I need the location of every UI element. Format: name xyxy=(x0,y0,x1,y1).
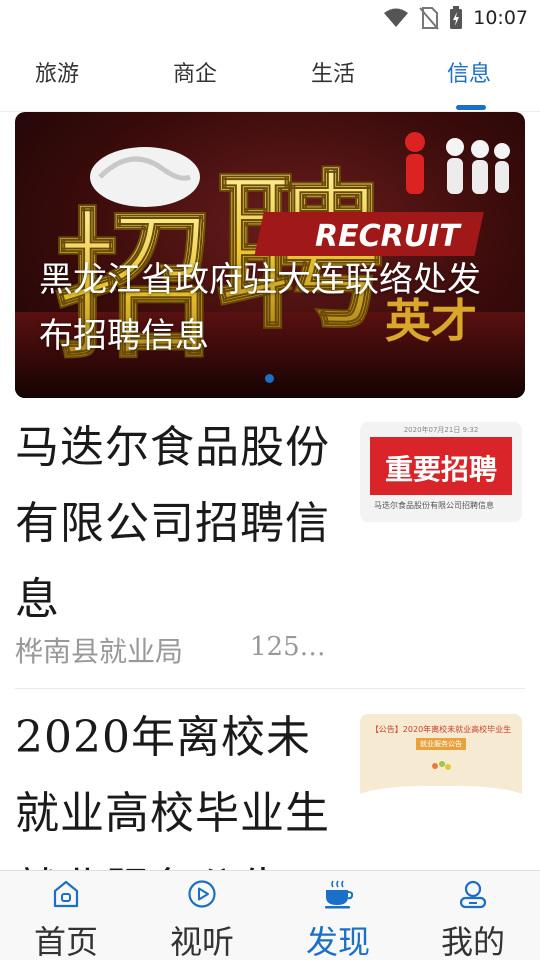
thumb-subtitle: 就业服务公告 xyxy=(416,738,466,750)
banner-carousel[interactable]: 招 聘 RECRUIT 英才 黑龙江省政府驻大连联络处发布招聘信息 xyxy=(15,112,525,398)
tab-active-indicator xyxy=(456,105,486,110)
thumb-header: 【公告】2020年离校未就业高校毕业生 xyxy=(370,725,512,734)
article-item-madieer[interactable]: 马迭尔食品股份有限公司招聘信息 桦南县就业局 125… 2020年07月21日 … xyxy=(15,410,525,680)
wifi-icon xyxy=(384,8,409,27)
thumb-subtitle: 马迭尔食品股份有限公司招聘信息 xyxy=(374,501,494,510)
battery-charging-icon xyxy=(450,6,463,29)
coffee-cup-icon xyxy=(325,880,353,909)
status-bar: 10:07 xyxy=(0,0,540,36)
nav-label: 视听 xyxy=(169,923,234,960)
nav-label: 我的 xyxy=(440,923,505,960)
nav-media[interactable]: 视听 xyxy=(147,871,257,960)
svg-text:RECRUIT: RECRUIT xyxy=(315,219,462,254)
article-title[interactable]: 2020年离校未就业高校毕业生就业服务公告 xyxy=(15,700,335,870)
banner-caption[interactable]: 黑龙江省政府驻大连联络处发布招聘信息 xyxy=(39,252,499,364)
nav-discover[interactable]: 发现 xyxy=(283,871,393,960)
nav-home[interactable]: 首页 xyxy=(11,871,121,960)
nav-label: 首页 xyxy=(33,923,98,960)
thumb-headline: 重要招聘 xyxy=(384,453,497,486)
tab-business[interactable]: 商企 xyxy=(173,56,217,88)
carousel-indicator-dot xyxy=(265,374,274,383)
article-view-count: 125… xyxy=(250,632,326,662)
article-item-graduates[interactable]: 2020年离校未就业高校毕业生就业服务公告 【公告】2020年离校未就业高校毕业… xyxy=(15,700,525,870)
article-source: 桦南县就业局 xyxy=(15,635,184,668)
no-sim-icon xyxy=(419,7,439,30)
thumb-date: 2020年07月21日 9:32 xyxy=(403,426,479,434)
article-thumbnail[interactable]: 2020年07月21日 9:32 重要招聘 马迭尔食品股份有限公司招聘信息 xyxy=(360,422,522,522)
article-divider xyxy=(15,688,525,689)
article-thumbnail[interactable]: 【公告】2020年离校未就业高校毕业生 就业服务公告 xyxy=(360,714,522,814)
nav-label: 发现 xyxy=(305,923,370,960)
bottom-navigation: 首页 视听 发现 我的 xyxy=(0,870,540,960)
status-icons: 10:07 xyxy=(383,6,528,30)
article-title[interactable]: 马迭尔食品股份有限公司招聘信息 xyxy=(15,410,335,638)
nav-mine[interactable]: 我的 xyxy=(418,871,528,960)
thumb-decoration xyxy=(430,758,452,772)
category-tabs: 旅游 商企 生活 信息 xyxy=(0,40,540,112)
home-icon xyxy=(53,880,79,908)
tab-travel[interactable]: 旅游 xyxy=(35,56,79,88)
thumb-cloud xyxy=(360,786,522,814)
status-time: 10:07 xyxy=(473,7,528,29)
tab-life[interactable]: 生活 xyxy=(311,56,355,88)
user-icon xyxy=(459,880,487,909)
play-icon xyxy=(188,880,216,908)
tab-info[interactable]: 信息 xyxy=(447,56,491,88)
